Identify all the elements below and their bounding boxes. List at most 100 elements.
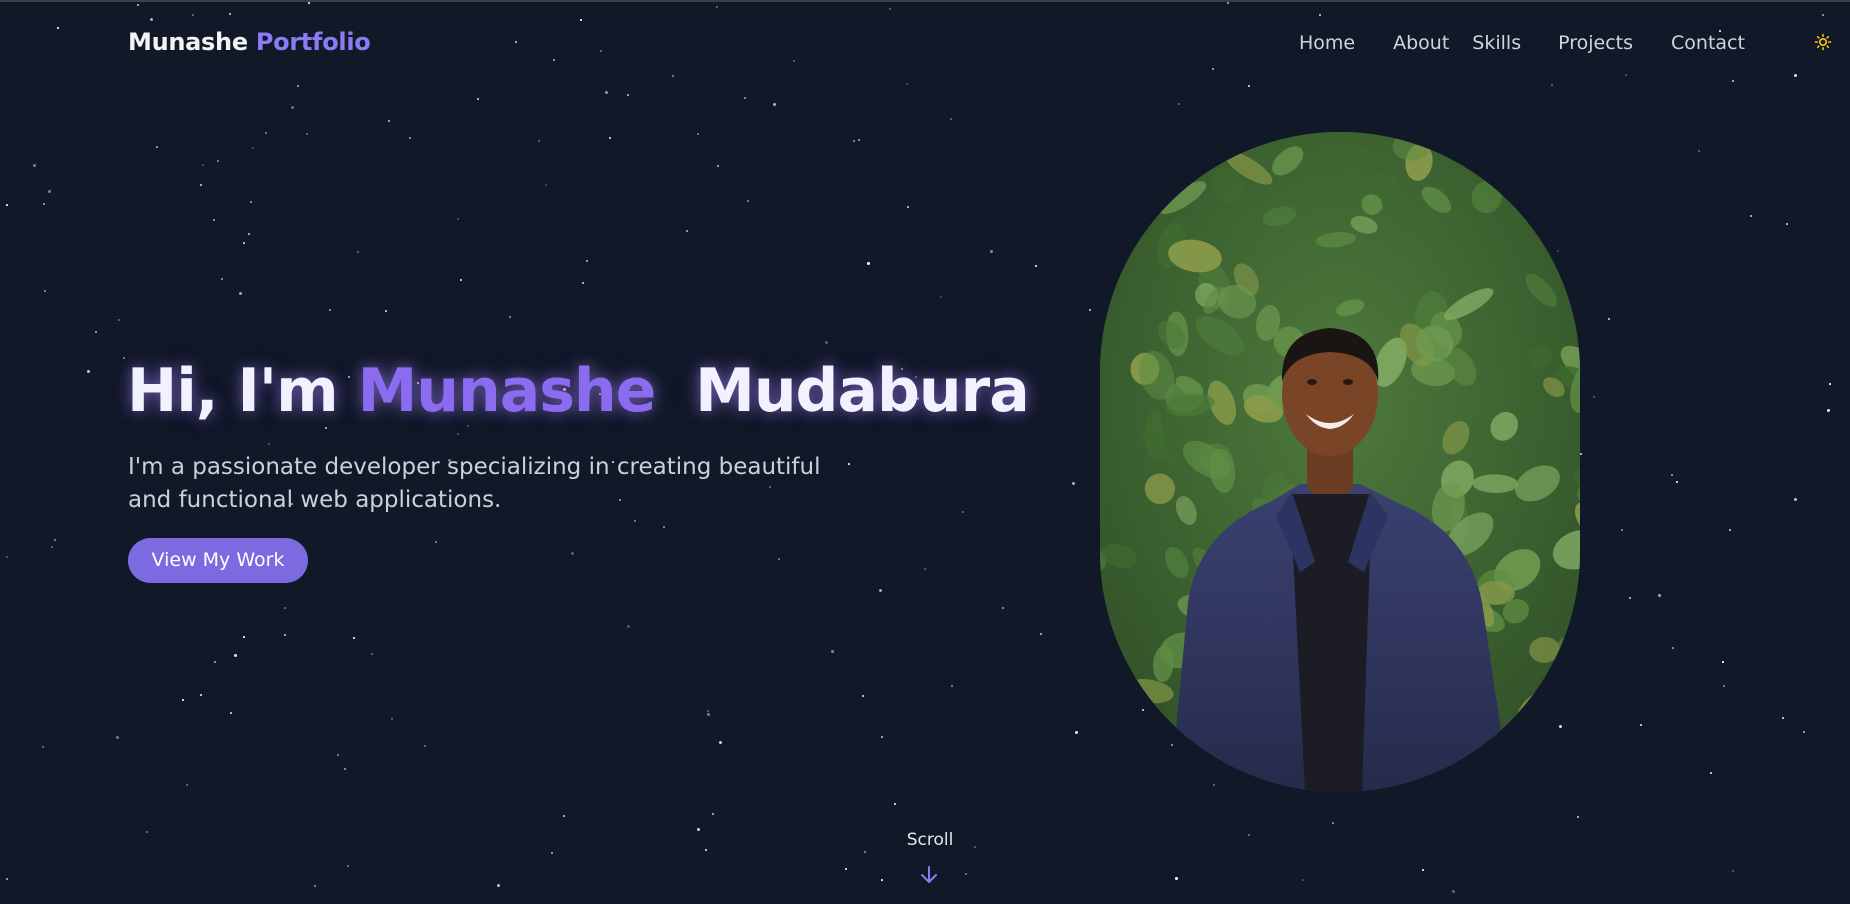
star-dot: [1332, 822, 1334, 824]
star-dot: [230, 712, 232, 714]
view-my-work-button[interactable]: View My Work: [128, 538, 308, 583]
star-dot: [42, 746, 44, 748]
star-dot: [409, 137, 411, 139]
star-dot: [234, 654, 237, 657]
star-dot: [200, 694, 202, 696]
star-dot: [538, 140, 540, 142]
star-dot: [582, 282, 584, 284]
star-dot: [314, 885, 316, 887]
star-dot: [848, 463, 850, 465]
star-dot: [1829, 383, 1831, 385]
nav-link-about[interactable]: About: [1393, 32, 1449, 54]
star-dot: [217, 160, 219, 162]
star-dot: [627, 94, 629, 96]
star-dot: [51, 546, 53, 548]
star-dot: [1559, 725, 1562, 728]
star-dot: [291, 106, 294, 109]
star-dot: [717, 165, 719, 167]
main-nav: Home About Skills Projects Contact: [1299, 32, 1745, 54]
star-dot: [990, 250, 993, 253]
star-dot: [1035, 265, 1037, 267]
star-dot: [1557, 250, 1559, 252]
star-dot: [1732, 870, 1734, 872]
star-dot: [1213, 784, 1215, 786]
star-dot: [951, 685, 953, 687]
star-dot: [202, 164, 204, 166]
star-dot: [663, 526, 665, 528]
star-dot: [243, 242, 245, 244]
star-dot: [268, 443, 270, 445]
star-dot: [284, 634, 286, 636]
star-dot: [962, 511, 964, 513]
star-dot: [1175, 877, 1178, 880]
star-dot: [1658, 594, 1661, 597]
star-dot: [881, 736, 883, 738]
star-dot: [1672, 647, 1674, 649]
star-dot: [858, 139, 860, 141]
star-dot: [6, 556, 8, 558]
star-dot: [284, 607, 286, 609]
star-dot: [118, 319, 120, 321]
star-dot: [697, 133, 699, 135]
nav-link-projects[interactable]: Projects: [1558, 32, 1633, 54]
star-dot: [845, 868, 847, 870]
star-dot: [1710, 772, 1712, 774]
theme-toggle-button[interactable]: [1814, 33, 1832, 51]
star-dot: [1248, 834, 1250, 836]
star-dot: [44, 290, 46, 292]
star-dot: [186, 784, 188, 786]
star-dot: [747, 200, 749, 202]
star-dot: [156, 146, 158, 148]
star-dot: [95, 331, 97, 333]
profile-photo: [1100, 132, 1580, 792]
star-dot: [881, 879, 883, 881]
scroll-down-button[interactable]: [919, 864, 939, 886]
star-dot: [497, 884, 500, 887]
star-dot: [1676, 481, 1678, 483]
star-dot: [1089, 309, 1091, 311]
star-dot: [1075, 731, 1078, 734]
star-dot: [867, 262, 870, 265]
star-dot: [388, 120, 390, 122]
nav-link-contact[interactable]: Contact: [1671, 32, 1745, 54]
star-dot: [344, 768, 346, 770]
star-dot: [705, 849, 707, 851]
star-dot: [697, 828, 700, 831]
star-dot: [1803, 731, 1805, 733]
star-dot: [391, 718, 393, 720]
star-dot: [864, 851, 866, 853]
star-dot: [1794, 498, 1797, 501]
star-dot: [563, 815, 565, 817]
site-logo[interactable]: Munashe Portfolio: [128, 28, 371, 56]
star-dot: [1827, 409, 1830, 412]
star-dot: [773, 103, 776, 106]
star-dot: [1171, 744, 1173, 746]
star-dot: [1593, 396, 1595, 398]
star-dot: [712, 813, 714, 815]
nav-link-home[interactable]: Home: [1299, 32, 1355, 54]
star-dot: [634, 520, 636, 522]
nav-link-skills[interactable]: Skills: [1472, 32, 1521, 54]
star-dot: [1577, 816, 1579, 818]
star-dot: [1452, 890, 1455, 893]
star-dot: [1422, 869, 1424, 871]
star-dot: [239, 292, 242, 295]
star-dot: [609, 137, 611, 139]
star-dot: [1621, 529, 1623, 531]
star-dot: [924, 568, 926, 570]
star-dot: [213, 219, 215, 221]
star-dot: [907, 206, 909, 208]
logo-second-word: Portfolio: [255, 28, 371, 56]
star-dot: [116, 736, 119, 739]
star-dot: [243, 636, 245, 638]
star-dot: [605, 91, 608, 94]
star-dot: [1671, 474, 1673, 476]
star-dot: [457, 218, 459, 220]
arrow-down-icon: [921, 866, 937, 883]
star-dot: [778, 558, 780, 560]
hero-first-name: Munashe: [357, 356, 657, 426]
star-dot: [571, 552, 574, 555]
star-dot: [1723, 685, 1725, 687]
star-dot: [48, 190, 51, 193]
star-dot: [182, 699, 184, 701]
